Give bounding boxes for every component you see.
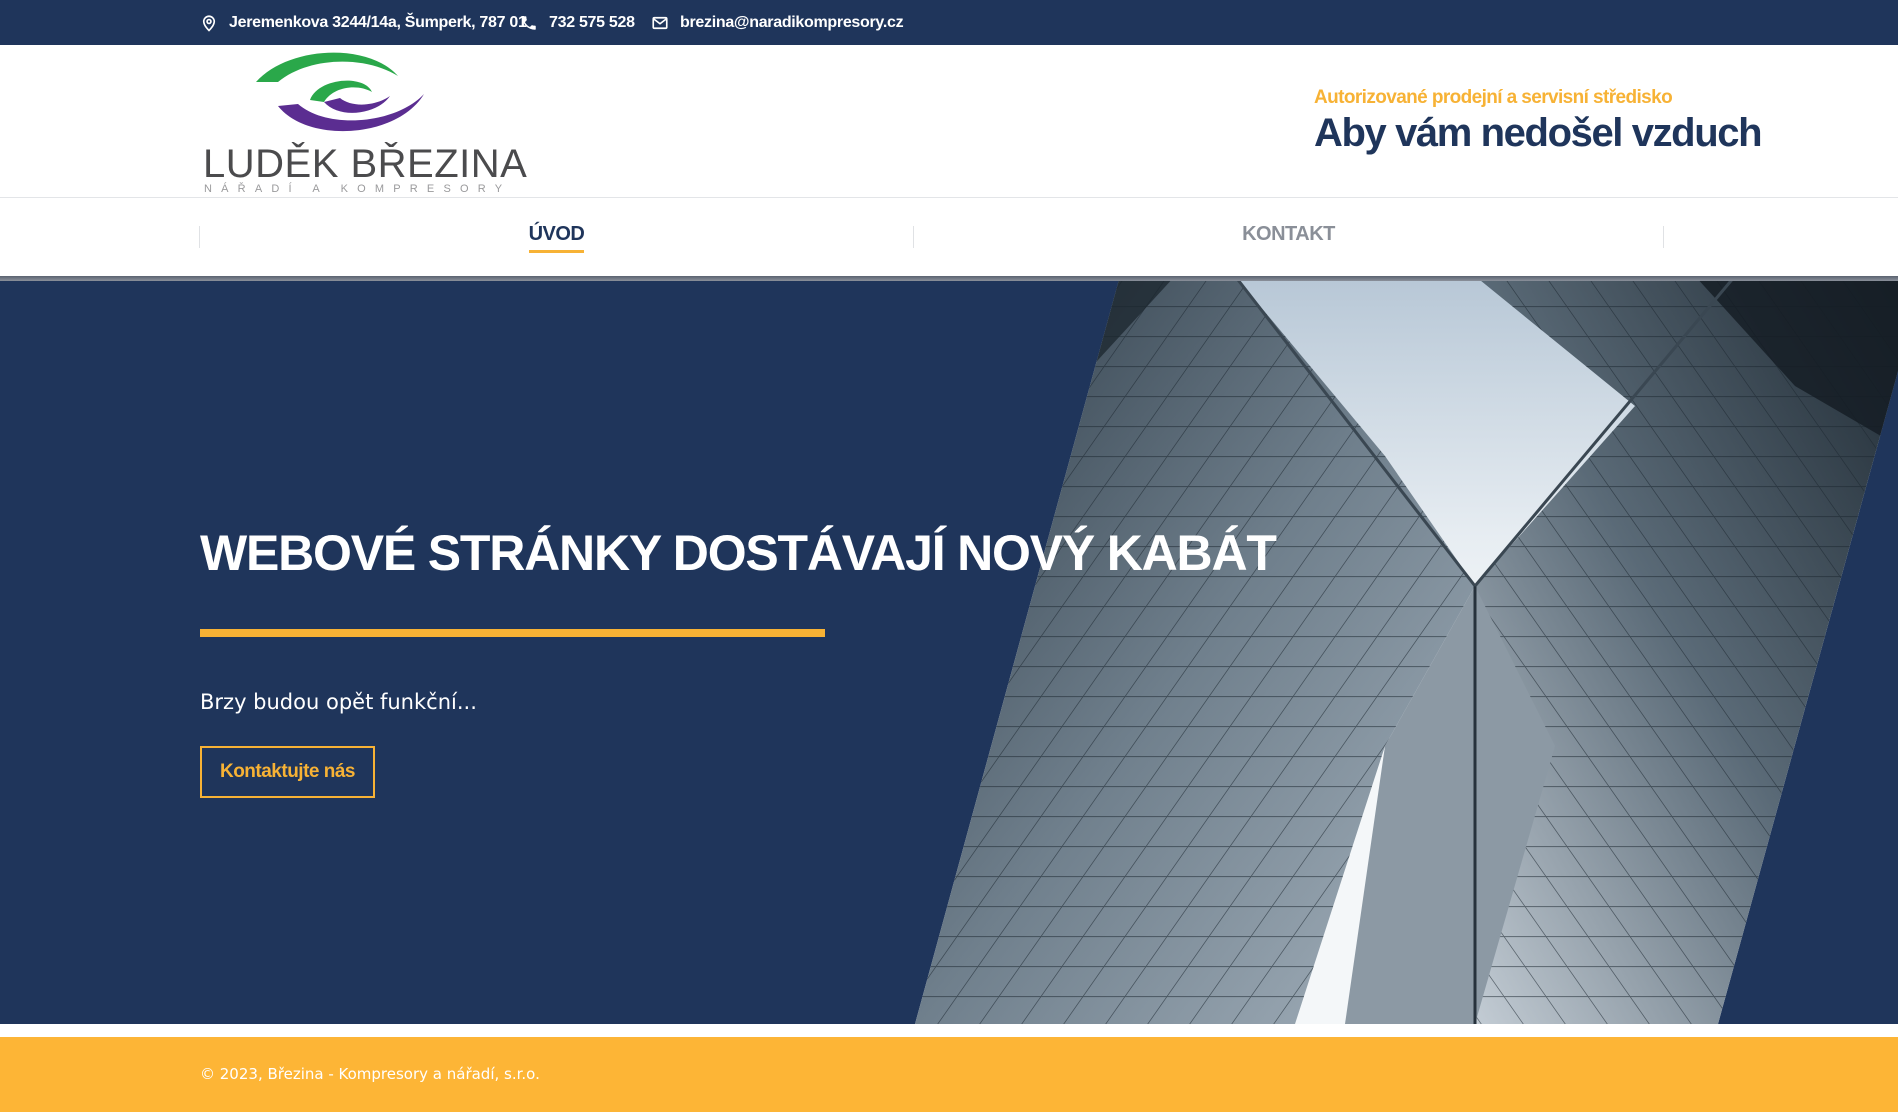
hero-lead-text: Brzy budou opět funkční... xyxy=(200,690,477,714)
footer-copyright: © 2023, Březina - Kompresory a nářadí, s… xyxy=(200,1065,540,1083)
address-info: Jeremenkova 3244/14a, Šumperk, 787 01 xyxy=(200,0,527,45)
nav-item-kontakt[interactable]: KONTAKT xyxy=(914,199,1663,276)
nav-divider xyxy=(1663,226,1664,248)
contact-us-button[interactable]: Kontaktujte nás xyxy=(200,746,375,798)
email-link[interactable]: brezina@naradikompresory.cz xyxy=(651,0,904,45)
nav-item-uvod[interactable]: ÚVOD xyxy=(200,199,913,276)
nav-item-label: ÚVOD xyxy=(528,223,585,253)
logo-swirl-icon xyxy=(256,52,424,132)
logo-subtitle: NÁŘADÍ A KOMPRESORY xyxy=(204,183,512,195)
nav-item-label: KONTAKT xyxy=(1242,223,1335,245)
site-header: LUDĚK BŘEZINA NÁŘADÍ A KOMPRESORY Autori… xyxy=(0,45,1898,198)
address-text: Jeremenkova 3244/14a, Šumperk, 787 01 xyxy=(229,13,527,31)
header-tagline: Autorizované prodejní a servisní středis… xyxy=(1314,87,1763,156)
phone-link[interactable]: 732 575 528 xyxy=(520,0,635,45)
tagline-subtitle: Autorizované prodejní a servisní středis… xyxy=(1314,87,1673,108)
site-footer: © 2023, Březina - Kompresory a nářadí, s… xyxy=(0,1037,1898,1112)
tagline-title: Aby vám nedošel vzduch xyxy=(1314,111,1763,155)
phone-text: 732 575 528 xyxy=(549,13,635,31)
hero-accent-bar xyxy=(200,629,825,637)
map-pin-icon xyxy=(202,15,216,32)
logo-name: LUDĚK BŘEZINA xyxy=(203,142,528,186)
hero-title: WEBOVÉ STRÁNKY DOSTÁVAJÍ NOVÝ KABÁT xyxy=(200,525,1277,581)
email-text: brezina@naradikompresory.cz xyxy=(680,13,904,31)
footer-gap xyxy=(0,1024,1898,1037)
top-bar: Jeremenkova 3244/14a, Šumperk, 787 01 73… xyxy=(0,0,1898,45)
site-logo[interactable]: LUDĚK BŘEZINA NÁŘADÍ A KOMPRESORY xyxy=(200,48,527,198)
main-navigation: ÚVOD KONTAKT xyxy=(0,199,1898,276)
phone-icon xyxy=(522,15,536,30)
hero-section: WEBOVÉ STRÁNKY DOSTÁVAJÍ NOVÝ KABÁT Brzy… xyxy=(0,276,1898,1024)
envelope-icon xyxy=(652,16,668,29)
hero-top-border xyxy=(0,276,1898,281)
hero-building-image xyxy=(915,276,1898,1024)
